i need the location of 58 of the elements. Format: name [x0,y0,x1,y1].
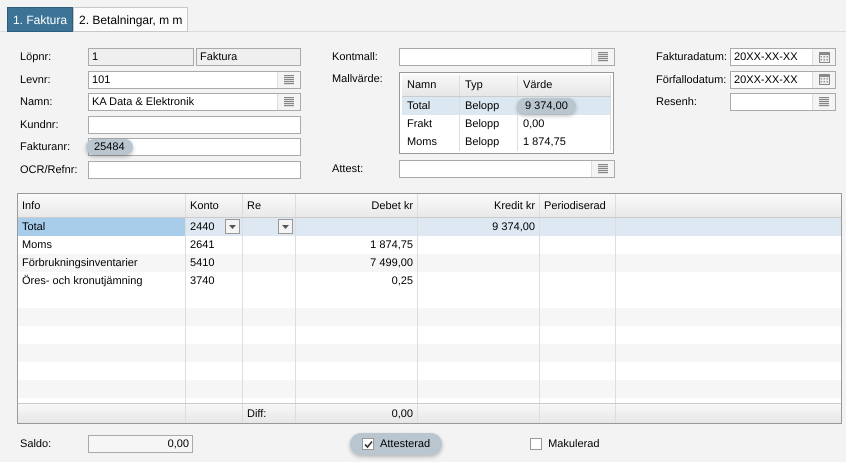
column-header[interactable]: Info [18,194,186,217]
column-header: Värde [518,74,611,96]
input-field[interactable] [730,93,836,112]
caret-icon [282,224,289,228]
field-label: Löpnr: [20,51,52,64]
list-icon[interactable] [598,52,608,62]
column-header[interactable]: Periodiserad [540,194,616,217]
column-header: Namn [402,74,460,96]
input-field[interactable] [399,160,615,178]
input-field[interactable]: 25484 [88,138,301,156]
column-header: Typ [460,74,518,96]
footer-label: Diff: [243,404,296,423]
column-header[interactable]: Konto [186,194,243,217]
dropdown-button[interactable] [225,219,240,234]
table-row[interactable]: Frakt Belopp 0,00 [402,114,611,132]
checkbox[interactable]: Makulerad [530,438,600,450]
list-icon[interactable] [598,164,608,174]
caret-icon [229,224,236,228]
input-field: Faktura [196,48,301,66]
input-field[interactable] [88,116,301,134]
field-label: Saldo: [20,438,52,450]
column-header[interactable]: Kredit kr [418,194,540,217]
calendar-icon[interactable] [818,52,830,63]
input-field[interactable] [88,160,301,179]
field-label: Mallvärde: [332,72,384,86]
calendar-icon[interactable] [818,74,830,86]
list-icon[interactable] [819,97,829,108]
field-label: Attest: [332,162,364,175]
input-field[interactable]: 1 [88,48,194,66]
checkmark-icon [364,440,372,448]
tab[interactable]: 2. Betalningar, m m [73,7,188,32]
table-row[interactable]: Moms Belopp 1 874,75 [402,132,611,150]
column-header[interactable]: Re [243,194,296,217]
input-field[interactable] [399,48,615,66]
date-field[interactable]: 20XX-XX-XX [730,70,836,89]
field-label: Kundnr: [20,118,60,131]
input-field[interactable]: 101 [88,70,301,89]
checkbox[interactable]: Attesterad [350,433,442,455]
field-label: Levnr: [20,74,52,86]
input-field: 0,00 [88,435,193,453]
input-field[interactable]: KA Data & Elektronik [88,93,301,112]
table-row[interactable]: Total 2440 9 374,00 [18,218,841,236]
field-label: OCR/Refnr: [20,164,78,176]
tab[interactable]: 1. Faktura [7,7,74,32]
column-header[interactable]: Debet kr [296,194,418,217]
field-label: Kontmall: [332,51,379,64]
footer-cell: 0,00 [296,404,418,423]
list-icon[interactable] [284,97,294,108]
table-row[interactable]: Total Belopp 9 374,00 [402,96,611,114]
field-label: Fakturadatum: [656,51,728,64]
table-row[interactable]: Förbrukningsinventarier 5410 7 499,00 [18,254,841,272]
field-label: Namn: [20,96,54,108]
field-label: Förfallodatum: [656,74,728,86]
dropdown-button[interactable] [278,219,293,234]
date-field[interactable]: 20XX-XX-XX [730,48,836,66]
list-icon[interactable] [284,74,294,85]
field-label: Resenh: [656,96,698,108]
field-label: Fakturanr: [20,141,72,154]
